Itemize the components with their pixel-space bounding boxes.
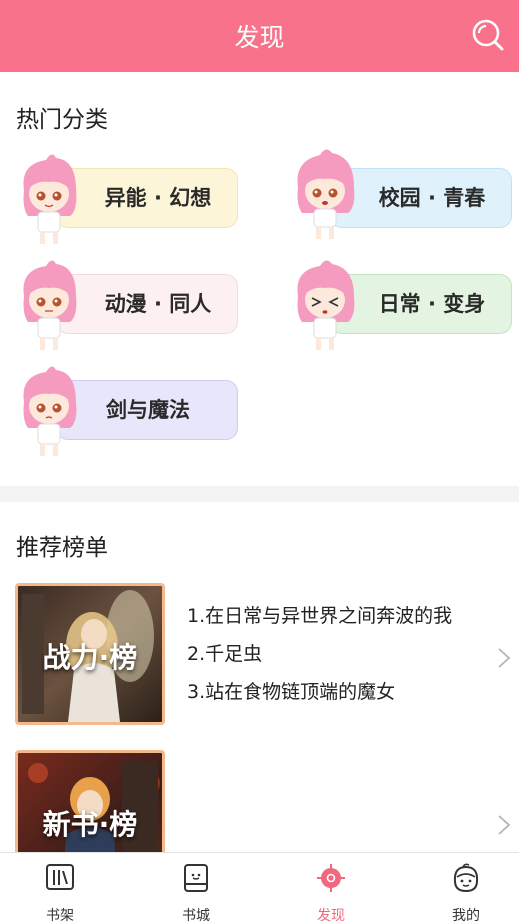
- mascot-icon: [23, 260, 77, 350]
- category-label: 动漫 · 同人: [104, 292, 212, 316]
- ranking-cover-label: 新书·榜: [42, 808, 138, 841]
- bookshelf-icon: [46, 864, 74, 890]
- ranking-item[interactable]: 2.千足虫: [187, 635, 452, 673]
- ranking-cover-label: 战力·榜: [42, 641, 138, 674]
- category-label: 校园 · 青春: [378, 186, 486, 210]
- bottom-tab-bar: 书架 书城 发现 我的: [0, 852, 519, 922]
- mascot-icon: [297, 149, 355, 239]
- ranking-item[interactable]: 1.在日常与异世界之间奔波的我: [187, 597, 452, 635]
- category-label: 异能 · 幻想: [104, 186, 212, 210]
- search-button[interactable]: [471, 18, 505, 52]
- tab-label: 我的: [452, 908, 480, 922]
- mascot-icon: [297, 260, 355, 350]
- ranking-item[interactable]: 3.站在食物链顶端的魔女: [187, 673, 452, 711]
- ranking-list-power[interactable]: 1.在日常与异世界之间奔波的我 2.千足虫 3.站在食物链顶端的魔女: [187, 597, 452, 711]
- rankings-title: 推荐榜单: [16, 535, 108, 561]
- tab-label: 书城: [182, 908, 210, 922]
- hot-categories-title: 热门分类: [16, 107, 108, 133]
- mascot-icon: [23, 366, 77, 456]
- tab-bookstore[interactable]: 书城: [146, 853, 246, 922]
- top-bar: 发现: [0, 0, 519, 72]
- category-label: 剑与魔法: [106, 398, 190, 422]
- category-daily[interactable]: 日常 · 变身: [292, 256, 512, 352]
- category-label: 日常 · 变身: [378, 292, 486, 316]
- section-divider: [0, 486, 519, 502]
- chevron-right-icon[interactable]: [497, 647, 511, 669]
- category-fantasy[interactable]: 异能 · 幻想: [16, 150, 238, 246]
- mascot-icon: [23, 154, 77, 244]
- category-sword-magic[interactable]: 剑与魔法: [16, 362, 238, 458]
- page-title: 发现: [234, 23, 285, 52]
- bookstore-icon: [184, 864, 208, 892]
- discover-icon: [317, 864, 345, 892]
- chevron-right-icon[interactable]: [497, 814, 511, 836]
- tab-profile[interactable]: 我的: [416, 853, 516, 922]
- tab-bookshelf[interactable]: 书架: [10, 853, 110, 922]
- tab-label: 书架: [46, 908, 74, 922]
- tab-label: 发现: [317, 908, 345, 922]
- profile-icon: [453, 863, 479, 893]
- category-anime[interactable]: 动漫 · 同人: [16, 256, 238, 352]
- category-campus[interactable]: 校园 · 青春: [292, 145, 512, 241]
- tab-discover[interactable]: 发现: [281, 853, 381, 922]
- ranking-cover-power[interactable]: 战力·榜: [15, 583, 165, 725]
- search-icon: [472, 19, 504, 51]
